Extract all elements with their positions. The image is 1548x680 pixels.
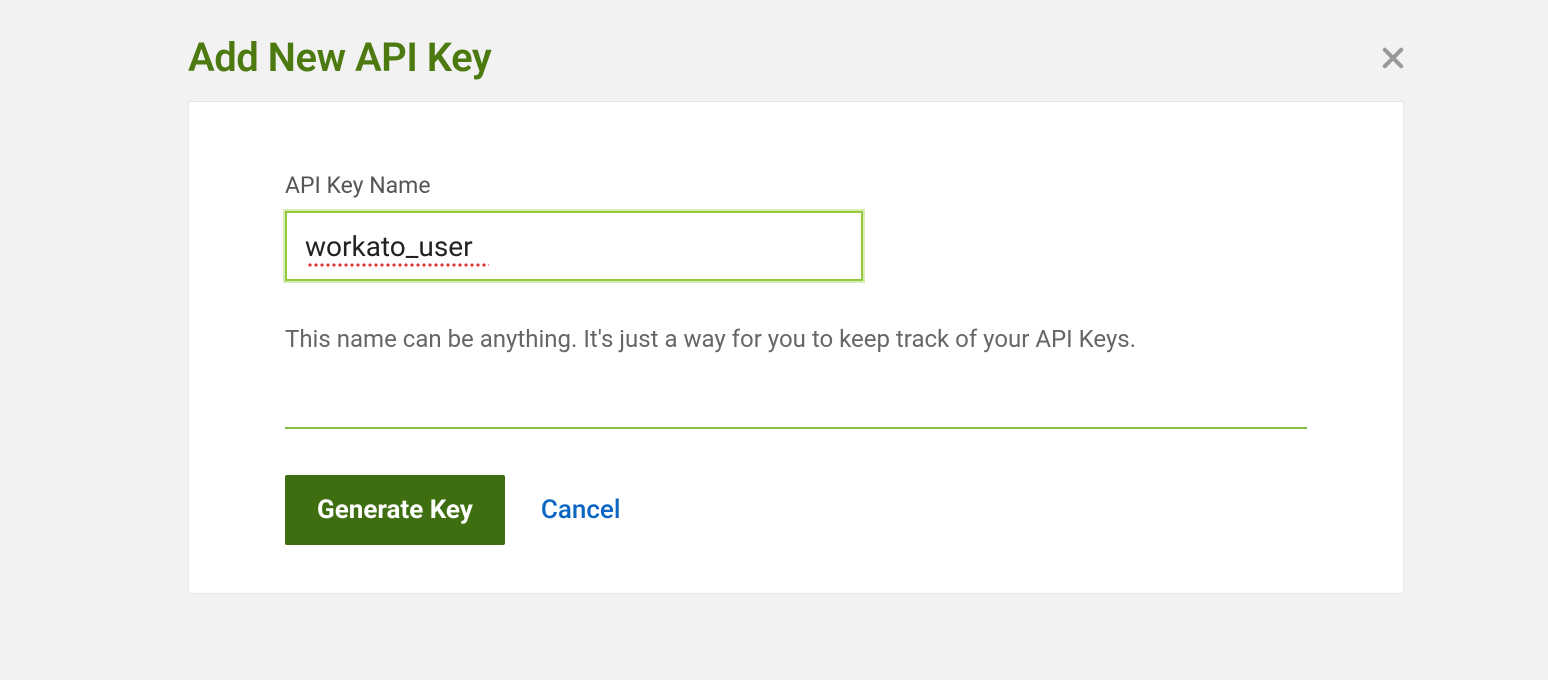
dialog-header: Add New API Key	[188, 34, 1404, 101]
input-wrapper	[285, 211, 863, 281]
dialog-title: Add New API Key	[188, 34, 491, 81]
divider	[285, 427, 1307, 429]
cancel-button[interactable]: Cancel	[541, 495, 621, 525]
dialog-actions: Generate Key Cancel	[285, 475, 1307, 545]
dialog-body: API Key Name This name can be anything. …	[188, 101, 1404, 594]
api-key-name-label: API Key Name	[285, 172, 1307, 199]
api-key-name-input[interactable]	[285, 211, 863, 281]
help-text: This name can be anything. It's just a w…	[285, 323, 1307, 357]
generate-key-button[interactable]: Generate Key	[285, 475, 505, 545]
add-api-key-dialog: Add New API Key API Key Name This name c…	[188, 34, 1404, 594]
close-icon[interactable]	[1378, 43, 1408, 73]
